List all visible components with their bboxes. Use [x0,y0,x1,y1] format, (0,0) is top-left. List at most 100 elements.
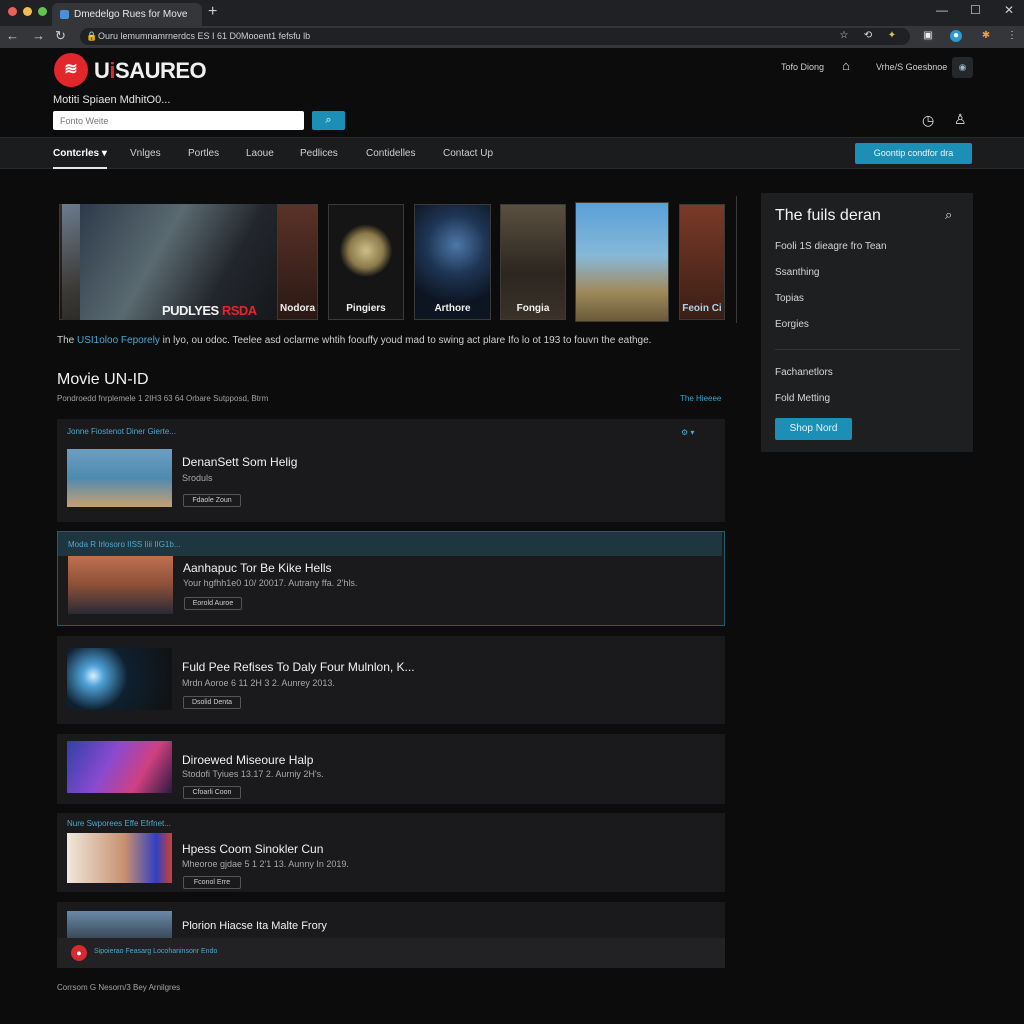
card-options-icon[interactable]: ⚙ ▾ [681,428,694,437]
browser-tab-bar: Dmedelgo Rues for Move ✕ + — ☐ ✕ [0,0,1024,26]
restore-icon[interactable]: ☐ [970,3,981,17]
strip-divider [736,196,737,323]
poster-caption: Pingiers [346,303,386,314]
profile-extension-icon[interactable]: ✱ [980,30,992,42]
address-toolbar: ← → ↻ 🔒 Ouru lemumnamrnerdcs ES I 61 D0M… [0,26,1024,48]
sidebar-item[interactable]: Fold Metting [775,393,830,404]
minimize-window-button[interactable] [23,7,32,16]
nav-item-3[interactable]: Portles [188,148,219,159]
card-title[interactable]: Diroewed Miseoure Halp [182,753,313,767]
featured-poster[interactable]: PUDLYES RSDA [80,204,278,320]
user-avatar[interactable]: ◉ [952,57,973,78]
nav-item-6[interactable]: Contidelles [366,148,415,159]
maximize-window-button[interactable] [38,7,47,16]
list-item[interactable]: Plorion Hiacse Ita Malte Frory [57,902,725,938]
section-title: Movie UN-ID [57,371,149,388]
logo-text-a: U [94,58,110,83]
list-item[interactable]: Fuld Pee Refises To Daly Four Mulnlon, K… [57,636,725,724]
card-title[interactable]: Fuld Pee Refises To Daly Four Mulnlon, K… [182,660,415,674]
nav-item-5[interactable]: Pedlices [300,148,338,159]
back-arrow-icon[interactable]: ← [6,28,19,43]
sidebar-item[interactable]: Fachanetlors [775,367,833,378]
account-icon[interactable]: ♙ [954,111,967,128]
card-thumbnail[interactable] [67,449,172,507]
browser-tab[interactable]: Dmedelgo Rues for Move ✕ [52,3,202,26]
close-icon[interactable]: ✕ [1004,3,1014,17]
sidebar-item[interactable]: Eorgies [775,319,809,330]
forward-arrow-icon[interactable]: → [32,28,45,43]
section-subtitle: Pondroedd fnrplemele 1 2IH3 63 64 Orbare… [57,394,269,403]
nav-label: Contcrles [53,148,100,159]
search-input[interactable] [53,111,304,130]
history-clock-icon[interactable]: ◷ [922,112,934,129]
site-logo[interactable]: UiSAUREO [94,58,207,84]
nav-active-indicator [53,167,107,169]
card-thumbnail[interactable] [67,648,172,710]
close-window-button[interactable] [8,7,17,16]
site-tagline: Motiti Spiaen MdhitO0... [53,94,171,106]
list-item[interactable]: Diroewed Miseoure Halp Stodofi Tyiues 13… [57,734,725,804]
extension-puzzle-icon[interactable]: ▣ [922,30,934,42]
lock-icon: 🔒 [86,31,98,41]
poster-card[interactable]: Nodora [277,204,318,320]
cta-button[interactable]: Goontip condfor dra [855,143,972,164]
list-item-highlighted[interactable]: Moda R Irlosoro IISS Iiii IIG1b... Aanha… [57,531,725,626]
card-title[interactable]: Hpess Coom Sinokler Cun [182,842,323,856]
nav-item-contact[interactable]: Contact Up [443,148,493,159]
card-thumbnail[interactable] [68,556,173,614]
sidebar-item[interactable]: Fooli 1S dieagre fro Tean [775,241,887,252]
poster-card[interactable] [575,202,669,322]
search-icon: ⌕ [325,114,332,126]
url-bar[interactable]: 🔒 Ouru lemumnamrnerdcs ES I 61 D0Mooent1… [80,28,910,45]
search-button[interactable]: ⌕ [312,111,345,130]
card-title[interactable]: Aanhapuc Tor Be Kike Hells [183,561,332,575]
poster-card[interactable]: Arthore [414,204,491,320]
sidebar-shop-button[interactable]: Shop Nord [775,418,852,440]
card-thumbnail[interactable] [67,911,172,938]
extension-icon[interactable]: ✦ [886,30,898,42]
card-thumbnail[interactable] [67,833,172,883]
notice-text[interactable]: Sipoierao Feasarg Locohaninsonr Endo [94,948,217,955]
chat-extension-icon[interactable]: ● [950,30,962,42]
logo-icon[interactable]: ≋ [54,53,88,87]
new-tab-button[interactable]: + [208,3,217,21]
bell-icon[interactable]: ⌂ [842,58,850,73]
main-nav: Contcrles ▾ Vnlges Portles Laoue Pedlice… [0,137,1024,169]
poster-caption: Feoin Ci [682,303,722,314]
card-button[interactable]: Fconol Erre [183,876,241,889]
nav-item-2[interactable]: Vnlges [130,148,161,159]
sidebar-item[interactable]: Topias [775,293,804,304]
card-title[interactable]: DenanSett Som Helig [182,455,297,469]
header-link-2[interactable]: Vrhe/S Goesbnoe [876,62,947,72]
card-title[interactable]: Plorion Hiacse Ita Malte Frory [182,920,327,932]
featured-title: PUDLYES RSDA [162,303,257,318]
list-item[interactable]: Nure Swporees Effe Efrfnet... Hpess Coom… [57,813,725,892]
poster-card[interactable]: Fongia [500,204,566,320]
reload-icon[interactable]: ↻ [55,28,66,44]
header-link-1[interactable]: Tofo Diong [781,62,824,72]
nav-item-4[interactable]: Laoue [246,148,274,159]
card-thumbnail[interactable] [67,741,172,793]
desc-highlight[interactable]: USI1oloo Feporely [77,335,160,346]
featured-title-a: PUDLYES [162,303,219,318]
featured-title-b: RSDA [218,303,257,318]
list-item[interactable]: Jonne Fiostenot Diner Gierte... ⚙ ▾ Dena… [57,419,725,522]
card-subtitle: Sroduls [182,473,213,483]
poster-card[interactable]: Feoin Ci [679,204,725,320]
card-button[interactable]: Cfoarli Coon [183,786,241,799]
strip-description: The USI1oloo Feporely in lyo, ou odoc. T… [57,335,727,346]
nav-item-categories[interactable]: Contcrles ▾ [53,148,107,159]
history-icon[interactable]: ⟲ [862,30,874,42]
minimize-icon[interactable]: — [936,3,948,17]
sidebar-search-icon[interactable]: ⌕ [945,207,952,223]
card-button[interactable]: Fdaole Zoun [183,494,241,507]
sidebar-item[interactable]: Ssanthing [775,267,819,278]
sidebar-panel: The fuils deran ⌕ Fooli 1S dieagre fro T… [761,193,973,452]
poster-card[interactable]: Pingiers [328,204,404,320]
card-button[interactable]: Dsolid Denta [183,696,241,709]
card-button[interactable]: Eorold Auroe [184,597,242,610]
tab-title: Dmedelgo Rues for Move [74,9,188,20]
section-more-link[interactable]: The Hieeee [680,394,721,403]
menu-dots-icon[interactable]: ⋮ [1006,30,1018,42]
bookmark-star-icon[interactable]: ☆ [838,30,850,42]
